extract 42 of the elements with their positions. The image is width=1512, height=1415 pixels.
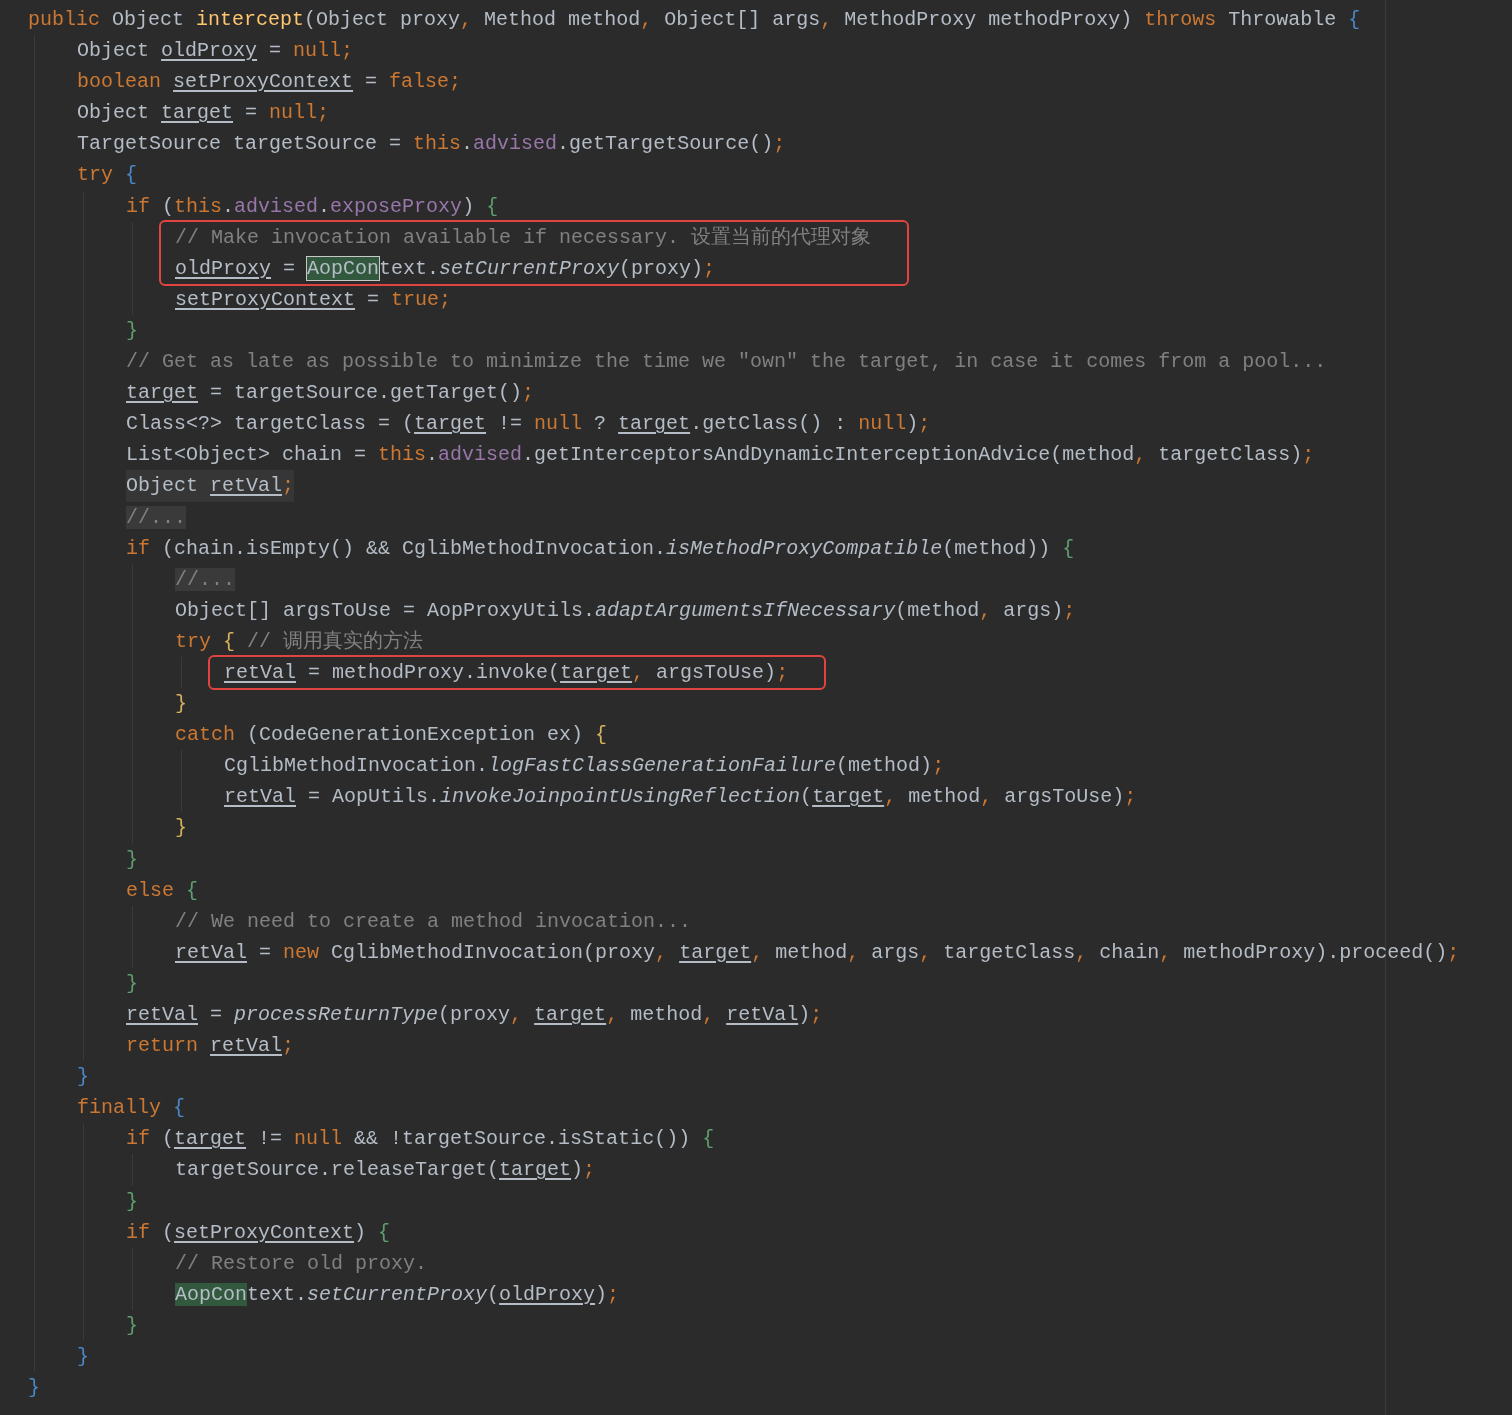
code-line: List<Object> chain = this.advised.getInterceptorsAndDynamicInterceptionAdvice(method, targetClass); (126, 442, 1315, 469)
code-line: Object target = null; (77, 100, 330, 127)
code-line: // Make invocation available if necessary. 设置当前的代理对象 (175, 224, 872, 251)
code-line: if (this.advised.exposeProxy) { (126, 193, 499, 220)
code-line: boolean setProxyContext = false; (77, 69, 462, 96)
code-line: CglibMethodInvocation.logFastClassGenerationFailure(method); (224, 753, 945, 780)
code-line: targetSource.releaseTarget(target); (175, 1157, 596, 1184)
code-line: } (126, 846, 138, 873)
code-line: } (126, 1188, 138, 1215)
code-line: } (126, 1312, 138, 1339)
code-line: retVal = methodProxy.invoke(target, argsToUse); (224, 659, 789, 686)
code-line: } (175, 691, 187, 718)
code-line: catch (CodeGenerationException ex) { (175, 722, 608, 749)
code-line: try { (77, 162, 138, 189)
code-line: } (28, 1375, 40, 1402)
code-line: } (175, 815, 187, 842)
code-line: // Restore old proxy. (175, 1250, 428, 1277)
code-line: } (77, 1064, 89, 1091)
code-line: oldProxy = AopContext.setCurrentProxy(proxy); (175, 255, 716, 282)
code-line: target = targetSource.getTarget(); (126, 380, 535, 407)
code-line: try { // 调用真实的方法 (175, 628, 424, 655)
code-line: else { (126, 877, 199, 904)
code-line: } (126, 317, 138, 344)
code-line: // Get as late as possible to minimize the time we "own" the target, in case it comes from a pool... (126, 349, 1327, 376)
code-line: } (126, 970, 138, 997)
code-line: Object[] argsToUse = AopProxyUtils.adaptArgumentsIfNecessary(method, args); (175, 597, 1076, 624)
code-line: retVal = AopUtils.invokeJoinpointUsingReflection(target, method, argsToUse); (224, 784, 1137, 811)
code-line: Object oldProxy = null; (77, 38, 354, 65)
code-line: // We need to create a method invocation... (175, 908, 692, 935)
code-line: retVal = processReturnType(proxy, target, method, retVal); (126, 1002, 823, 1028)
code-line: retVal = new CglibMethodInvocation(proxy, target, method, args, targetClass, chain, methodProxy).proceed(); (175, 939, 1460, 966)
code-line: if (setProxyContext) { (126, 1219, 391, 1246)
code-line: return retVal; (126, 1033, 295, 1060)
code-line: public Object intercept(Object proxy, Method method, Object[] args, MethodProxy methodProxy) throws Throwable { (28, 7, 1361, 33)
code-line: } (77, 1344, 89, 1371)
code-line: setProxyContext = true; (175, 286, 452, 313)
code-line: finally { (77, 1095, 186, 1122)
code-line: TargetSource targetSource = this.advised.getTargetSource(); (77, 131, 786, 158)
code-line: Class<?> targetClass = (target != null ? target.getClass() : null); (126, 411, 931, 438)
code-line: AopContext.setCurrentProxy(oldProxy); (175, 1281, 620, 1308)
code-line: if (target != null && !targetSource.isStatic()) { (126, 1126, 715, 1153)
code-line: if (chain.isEmpty() && CglibMethodInvocation.isMethodProxyCompatible(method)) { (126, 535, 1075, 562)
